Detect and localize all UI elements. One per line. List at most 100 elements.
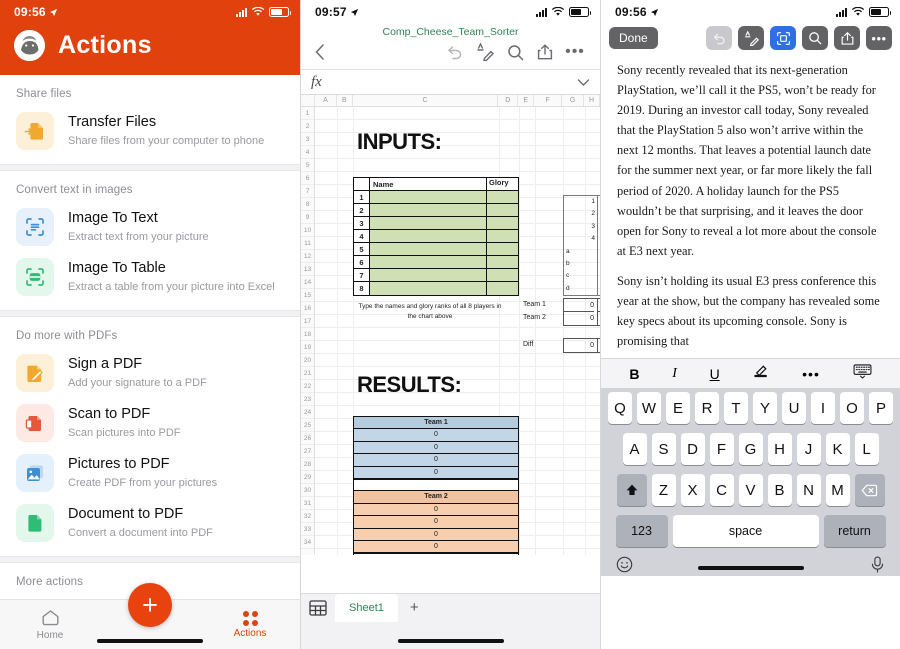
inputs-table-row[interactable]: 6 [354,256,518,269]
share-icon[interactable] [834,26,860,50]
row-header[interactable]: 22 [301,380,314,393]
cell-name[interactable] [370,256,487,268]
key-u[interactable]: U [782,392,806,424]
spreadsheet-grid[interactable]: A B C D E F G H 1 2 3 4 5 6 7 8 9 10 11 12 13 14 15 16 1… [301,95,600,555]
row-header[interactable]: 8 [301,198,314,211]
underline-button[interactable]: U [710,366,720,382]
row-header[interactable]: 25 [301,419,314,432]
row-header[interactable]: 26 [301,432,314,445]
row-header[interactable]: 31 [301,497,314,510]
row-header[interactable]: 7 [301,185,314,198]
helper-table[interactable]: 1234abcd 123a5bcd [563,195,600,297]
microphone-icon[interactable] [870,556,885,577]
key-k[interactable]: K [825,433,850,465]
key-g[interactable]: G [738,433,763,465]
action-item-transfer-files[interactable]: Transfer Files Share files from your com… [0,107,300,157]
action-item-scan-to-pdf[interactable]: Scan to PDF Scan pictures into PDF [0,399,300,449]
column-header-A[interactable]: A [315,95,337,106]
row-header[interactable]: 24 [301,406,314,419]
column-header-E[interactable]: E [518,95,535,106]
row-header[interactable]: 6 [301,172,314,185]
pen-markup-icon[interactable] [738,26,764,50]
row-header[interactable]: 3 [301,133,314,146]
key-v[interactable]: V [738,474,763,506]
key-s[interactable]: S [651,433,676,465]
key-b[interactable]: B [767,474,792,506]
cell-name[interactable] [370,269,487,281]
key-y[interactable]: Y [753,392,777,424]
cell-name[interactable] [370,230,487,242]
row-header[interactable]: 33 [301,523,314,536]
key-a[interactable]: A [622,433,647,465]
row-header[interactable]: 10 [301,224,314,237]
action-item-sign-a-pdf[interactable]: Sign a PDF Add your signature to a PDF [0,349,300,399]
action-item-pictures-to-pdf[interactable]: Pictures to PDF Create PDF from your pic… [0,449,300,499]
inputs-table-row[interactable]: 2 [354,204,518,217]
bold-button[interactable]: B [629,366,639,382]
inputs-table-row[interactable]: 8 [354,282,518,295]
key-w[interactable]: W [637,392,661,424]
row-header[interactable]: 2 [301,120,314,133]
cell-glory[interactable] [487,282,518,295]
italic-button[interactable]: I [672,366,677,382]
keyboard-dismiss-icon[interactable] [853,363,872,384]
key-f[interactable]: F [709,433,734,465]
key-t[interactable]: T [724,392,748,424]
inputs-table[interactable]: Name Glory 12345678 [353,177,519,296]
cell-canvas[interactable]: INPUTS: Name Glory 12345678 Type the nam… [315,107,600,555]
row-header[interactable]: 32 [301,510,314,523]
row-header[interactable]: 11 [301,237,314,250]
row-header[interactable]: 23 [301,393,314,406]
note-text-area[interactable]: Sony recently revealed that its next-gen… [601,56,900,358]
key-x[interactable]: X [680,474,705,506]
space-key[interactable]: space [672,515,819,547]
cell-name[interactable] [370,243,487,255]
inputs-table-row[interactable]: 1 [354,191,518,204]
cell-glory[interactable] [487,191,518,203]
score-values-box[interactable]: 0 0 0 0 [563,298,600,326]
column-header-H[interactable]: H [584,95,600,106]
more-ellipsis-icon[interactable]: ••• [866,26,892,50]
inputs-table-row[interactable]: 5 [354,243,518,256]
key-h[interactable]: H [767,433,792,465]
action-item-image-to-table[interactable]: Image To Table Extract a table from your… [0,253,300,303]
row-header[interactable]: 28 [301,458,314,471]
key-o[interactable]: O [840,392,864,424]
key-q[interactable]: Q [608,392,632,424]
row-header[interactable]: 20 [301,354,314,367]
row-header[interactable]: 12 [301,250,314,263]
more-ellipsis-icon[interactable]: ••• [802,366,820,382]
numbers-key[interactable]: 123 [615,515,668,547]
column-header-G[interactable]: G [562,95,585,106]
helper-cell[interactable]: 1 [564,196,597,208]
chevron-down-icon[interactable] [577,78,590,87]
key-n[interactable]: N [796,474,821,506]
undo-icon[interactable] [440,41,470,63]
cell-name[interactable] [370,282,487,295]
tab-home[interactable]: Home [0,609,100,641]
sheet-grid-icon[interactable] [301,594,335,622]
scan-frame-icon[interactable] [770,26,796,50]
row-header[interactable]: 13 [301,263,314,276]
key-d[interactable]: D [680,433,705,465]
cell-glory[interactable] [487,230,518,242]
pen-edit-icon[interactable] [470,41,500,63]
key-m[interactable]: M [825,474,850,506]
cell-glory[interactable] [487,204,518,216]
share-icon[interactable] [530,41,560,63]
cell-name[interactable] [370,204,487,216]
key-z[interactable]: Z [651,474,676,506]
done-button[interactable]: Done [609,27,658,49]
key-e[interactable]: E [666,392,690,424]
row-header[interactable]: 18 [301,328,314,341]
sheet-tab-sheet1[interactable]: Sheet1 [335,594,398,622]
add-sheet-button[interactable]: + [398,594,431,622]
row-header[interactable]: 29 [301,471,314,484]
more-ellipsis-icon[interactable]: ••• [560,41,590,63]
cell-glory[interactable] [487,269,518,281]
row-header[interactable]: 21 [301,367,314,380]
diff-values-box[interactable]: 0 0 [563,338,600,353]
return-key[interactable]: return [823,515,886,547]
row-header[interactable]: 1 [301,107,314,120]
backspace-icon[interactable] [854,474,885,506]
